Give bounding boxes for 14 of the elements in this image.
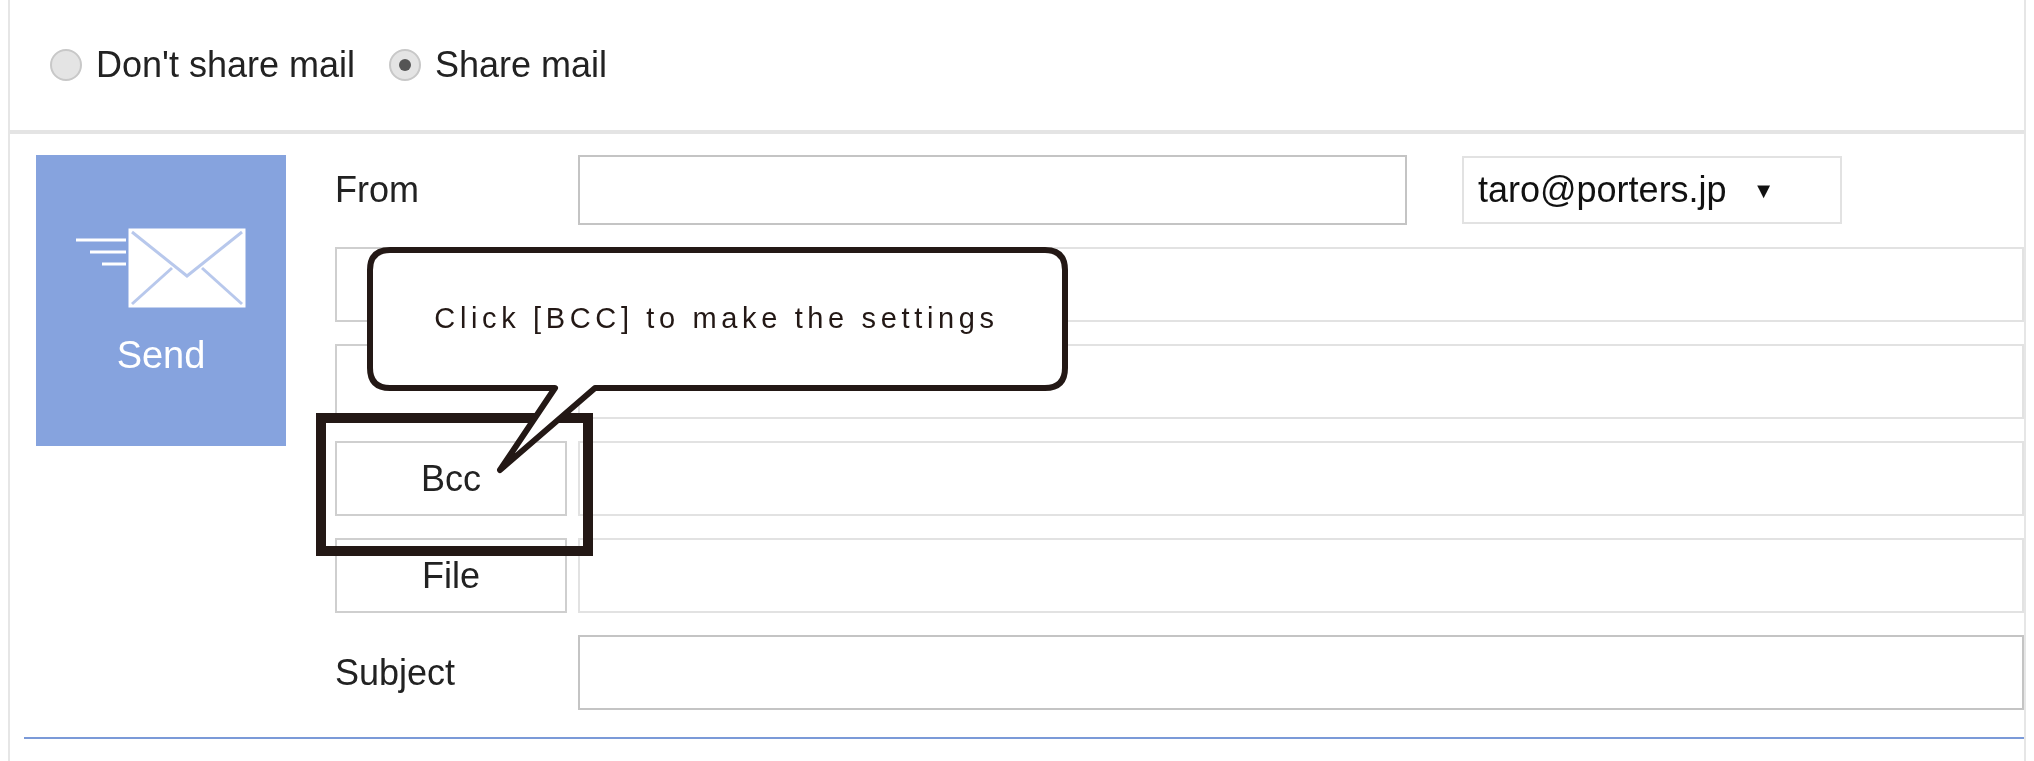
radio-label: Don't share mail [96,47,355,83]
radio-button[interactable] [50,49,82,81]
radio-label: Share mail [435,47,608,83]
input-field[interactable] [578,635,2024,710]
envelope-icon [76,227,246,308]
subject-label: Subject [335,650,456,695]
account-dropdown[interactable]: taro@porters.jp ▼ [1462,156,1842,224]
input-field[interactable] [578,441,2024,516]
from-label: From [335,169,419,210]
recipient-button[interactable]: Bcc [335,441,567,516]
radio-button[interactable] [389,49,421,81]
callout-text: Click [BCC] to make the settings [434,301,999,337]
input-field[interactable] [578,538,2024,613]
from-field[interactable] [578,155,1407,225]
